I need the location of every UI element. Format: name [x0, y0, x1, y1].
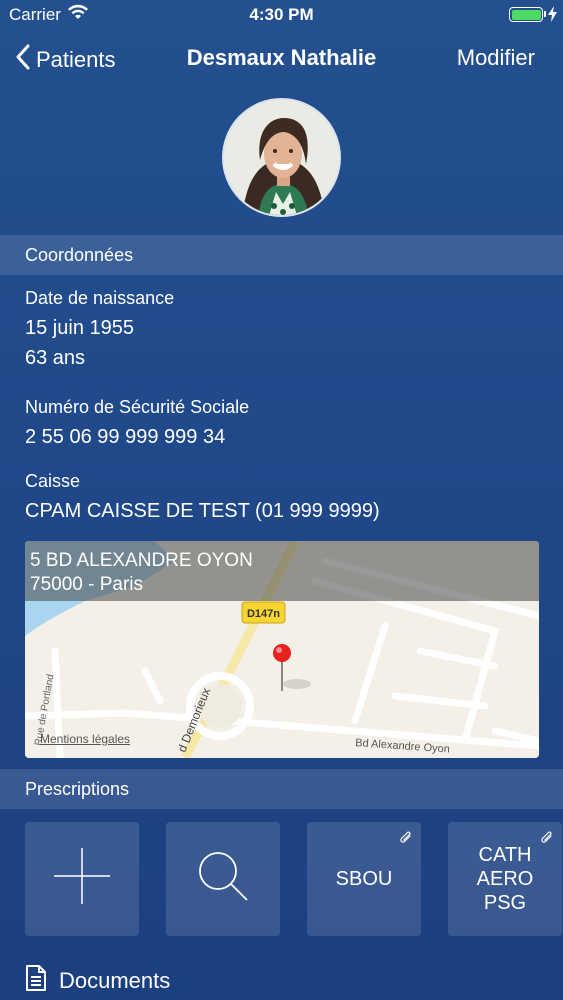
- prescription-tile-sbou[interactable]: SBOU: [307, 822, 421, 936]
- navigation-bar: Patients Desmaux Nathalie Modifier: [0, 36, 563, 80]
- patient-avatar[interactable]: [222, 98, 341, 217]
- svg-text:D147n: D147n: [247, 608, 280, 620]
- prescription-tile-label: CATH AERO PSG: [476, 844, 534, 914]
- road-badge: D147n: [241, 601, 286, 624]
- edit-button[interactable]: Modifier: [457, 45, 535, 71]
- age-value: 63 ans: [25, 347, 86, 369]
- document-icon: [25, 964, 47, 998]
- search-prescription-button[interactable]: [166, 822, 280, 936]
- magnifier-icon: [195, 848, 251, 910]
- battery-icon: [509, 7, 543, 22]
- paperclip-icon: [399, 828, 413, 852]
- documents-label: Documents: [59, 968, 171, 993]
- section-header-prescriptions: Prescriptions: [0, 769, 563, 809]
- section-header-coordonnees: Coordonnées: [0, 235, 563, 275]
- birth-date-label: Date de naissance: [25, 288, 175, 308]
- address-line-2: 75000 - Paris: [30, 574, 144, 595]
- prescription-tile-cath-aero-psg[interactable]: CATH AERO PSG: [448, 822, 562, 936]
- birth-date-value: 15 juin 1955: [25, 317, 134, 339]
- caisse-value: CPAM CAISSE DE TEST (01 999 9999): [25, 500, 380, 522]
- prescription-tile-label: SBOU: [335, 868, 393, 890]
- documents-row[interactable]: Documents: [25, 965, 170, 997]
- add-prescription-button[interactable]: [25, 822, 139, 936]
- ssn-value: 2 55 06 99 999 999 34: [25, 426, 226, 448]
- legal-notice-link[interactable]: Mentions légales: [40, 732, 130, 746]
- paperclip-icon: [540, 828, 554, 852]
- ssn-label: Numéro de Sécurité Sociale: [25, 397, 250, 417]
- caisse-label: Caisse: [25, 471, 81, 491]
- charging-bolt-icon: [548, 6, 557, 27]
- status-bar: Carrier 4:30 PM: [0, 0, 563, 30]
- plus-icon: [54, 848, 110, 910]
- address-map[interactable]: D147n Bd Alexandre Oyon d Demorieux Rue …: [25, 541, 539, 758]
- clock: 4:30 PM: [249, 5, 314, 24]
- address-line-1: 5 BD ALEXANDRE OYON: [30, 550, 253, 571]
